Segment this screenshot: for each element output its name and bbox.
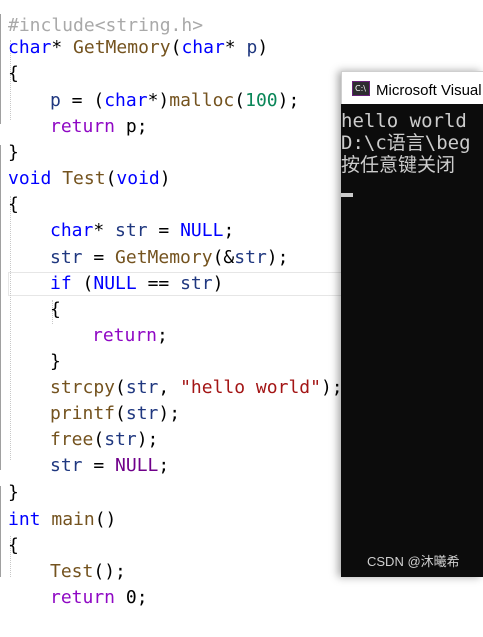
code-line: if (NULL == str) [0,245,223,294]
code-line: str = GetMemory(&str); [0,219,288,268]
variable: str [50,247,83,268]
code-token: ( [105,168,117,189]
function-name: main [51,509,95,530]
type-keyword: char [104,90,148,111]
code-token: ; [223,220,235,241]
code-token: ( [170,37,182,58]
code-token: ); [158,403,181,424]
code-token: = [147,220,181,241]
code-token: ; [157,325,168,346]
type-keyword: void [116,168,160,189]
watermark: CSDN @沐曦希 [367,554,460,569]
code-token: 0; [115,587,148,608]
variable: str [125,403,159,424]
code-token: ); [277,90,300,111]
brace: { [50,299,61,320]
console-output-line: 按任意键关闭 [341,154,456,176]
code-token: ) [159,168,171,189]
code-token: = [82,247,116,268]
code-line: void Test(void) [0,140,171,189]
console-icon-text: C:\ [355,84,366,93]
code-line: int main() [0,481,116,530]
code-line: } [0,454,43,503]
console-output-line: D:\c语言\beg [341,132,471,154]
code-token: p; [115,116,148,137]
code-token: ( [115,403,126,424]
variable: str [125,377,159,398]
if-keyword: if [50,273,72,294]
code-token: ( [234,90,246,111]
return-keyword: return [50,116,116,137]
code-line: return p; [0,88,148,137]
debug-console-window[interactable]: C:\ Microsoft Visual Studio 调试控制台 hello … [341,71,483,577]
code-line: char* GetMemory(char* p) [0,9,268,58]
null-keyword: NULL [93,273,137,294]
variable: str [115,220,148,241]
code-line: { [0,166,43,215]
code-token: (& [212,247,235,268]
return-keyword: return [50,587,116,608]
code-line: free(str); [0,401,158,450]
null-macro: NULL [115,455,159,476]
type-keyword: char [50,220,94,241]
code-token: ); [320,377,343,398]
console-titlebar[interactable]: C:\ Microsoft Visual Studio 调试控制台 [341,71,483,104]
code-token: ( [93,429,105,450]
variable: str [180,273,213,294]
code-line: str = NULL; [0,427,169,476]
code-line: printf(str); [0,375,180,424]
code-token: , [158,377,181,398]
code-token: (); [93,561,126,582]
number-literal: 100 [245,90,278,111]
code-line: strcpy(str, "hello world"); [0,349,343,398]
function-call: printf [50,403,116,424]
console-app-icon: C:\ [352,81,370,96]
console-cursor [341,193,353,197]
code-token: ); [266,247,289,268]
variable: str [50,455,83,476]
code-line: p = (char*)malloc(100); [0,62,299,111]
code-token: == [136,273,181,294]
type-keyword: char [181,37,225,58]
code-line: return 0; [0,559,148,608]
code-token: () [94,509,117,530]
function-name: Test [62,168,106,189]
function-call: Test [50,561,94,582]
console-title: Microsoft Visual Studio 调试控制台 [376,82,483,99]
function-call: GetMemory [115,247,213,268]
code-token: * [93,220,116,241]
code-token: *) [147,90,170,111]
code-token: ); [136,429,159,450]
code-line: return; [0,297,168,346]
variable: str [104,429,137,450]
code-line: } [0,323,61,372]
code-token: ( [71,273,94,294]
code-line: { [0,271,61,320]
function-call: free [50,429,94,450]
code-token: * [51,37,74,58]
code-line: char* str = NULL; [0,192,234,241]
code-token: ; [158,455,170,476]
code-line: Test(); [0,533,126,582]
code-token: * [224,37,247,58]
code-token: = ( [60,90,105,111]
code-line: { [0,507,43,556]
code-token: = [82,455,116,476]
string-literal: "hello world" [180,377,321,398]
code-line: { [0,35,43,84]
return-keyword: return [92,325,158,346]
brace: } [50,351,61,372]
code-token: ) [257,37,269,58]
variable: str [234,247,267,268]
console-output-line: hello world [341,110,467,132]
param-name: p [246,37,258,58]
variable: p [50,90,61,111]
code-token: ) [212,273,224,294]
code-token: ( [115,377,126,398]
function-call: malloc [169,90,235,111]
function-call: strcpy [50,377,116,398]
null-keyword: NULL [180,220,224,241]
function-name: GetMemory [73,37,171,58]
code-line: } [0,114,43,163]
